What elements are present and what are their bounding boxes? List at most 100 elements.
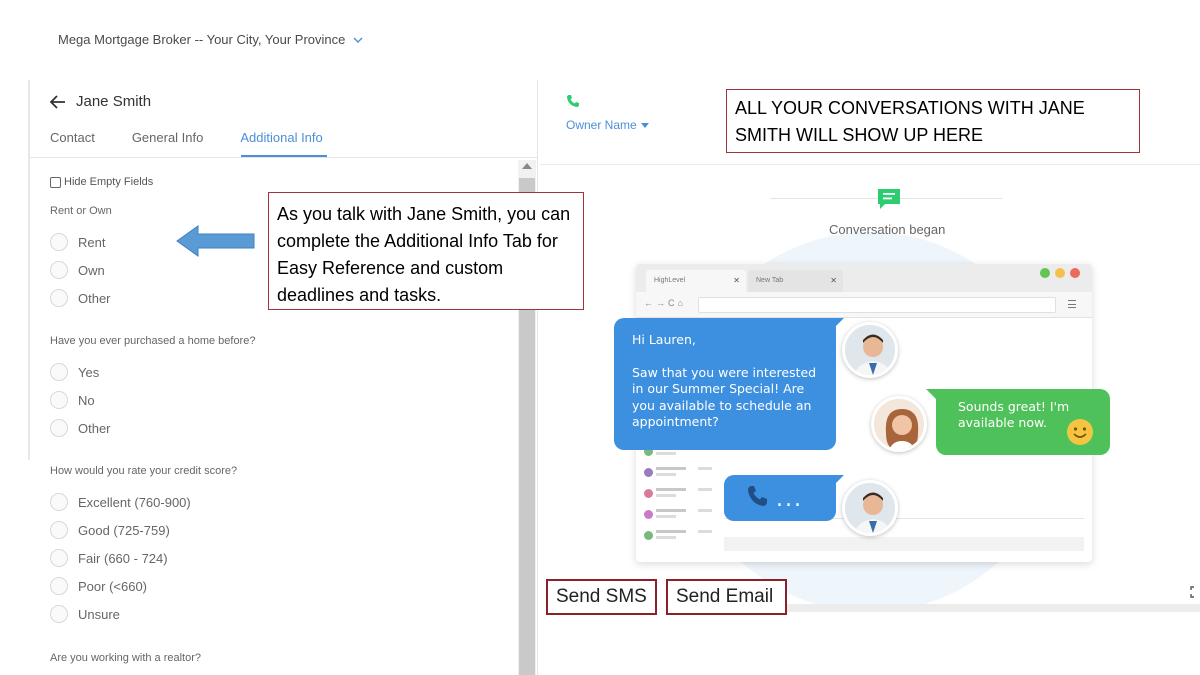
send-sms-button[interactable]: Send SMS — [546, 579, 657, 615]
option-label: Other — [78, 420, 111, 436]
divider — [540, 164, 1200, 165]
question-rent-or-own: Rent or Own — [50, 205, 112, 217]
mini-conversation-list — [640, 444, 720, 549]
radio-button[interactable] — [50, 233, 68, 251]
avatar — [644, 531, 653, 540]
call-typing-indicator: ... — [776, 487, 803, 512]
expand-icon[interactable] — [1190, 586, 1200, 598]
contact-tabs: Contact General Info Additional Info — [50, 130, 323, 145]
menu-icon — [1068, 300, 1076, 308]
radio-button[interactable] — [50, 261, 68, 279]
radio-option[interactable]: Excellent (760-900) — [50, 493, 191, 511]
browser-tab-label: HighLevel — [654, 277, 686, 284]
question-purchased-before: Have you ever purchased a home before? — [50, 335, 256, 347]
phone-icon[interactable] — [566, 94, 580, 108]
hide-empty-fields-toggle[interactable]: Hide Empty Fields — [50, 176, 153, 188]
radio-button[interactable] — [50, 493, 68, 511]
back-arrow-icon[interactable] — [50, 94, 66, 109]
list-item — [640, 486, 720, 506]
browser-tab: HighLevel ✕ — [646, 270, 746, 292]
radio-option[interactable]: Other — [50, 289, 111, 307]
radio-button[interactable] — [50, 577, 68, 595]
option-label: No — [78, 392, 95, 408]
agent-avatar — [842, 322, 898, 378]
question-credit-score: How would you rate your credit score? — [50, 465, 238, 477]
conversation-began-label: Conversation began — [829, 222, 946, 237]
message-greeting: Hi Lauren, — [632, 332, 696, 347]
avatar — [644, 468, 653, 477]
window-controls — [1040, 268, 1080, 278]
radio-button[interactable] — [50, 391, 68, 409]
list-item — [640, 507, 720, 527]
radio-button[interactable] — [50, 521, 68, 539]
option-label: Good (725-759) — [78, 522, 170, 538]
tab-additional-info[interactable]: Additional Info — [240, 130, 322, 145]
radio-option[interactable]: Fair (660 - 724) — [50, 549, 168, 567]
smiley-emoji-icon — [1067, 419, 1093, 445]
browser-nav-icons: ←→C⌂ — [644, 298, 686, 308]
radio-option[interactable]: Other — [50, 419, 111, 437]
browser-tabbar: HighLevel ✕ New Tab ✕ — [636, 264, 1092, 292]
avatar — [644, 510, 653, 519]
additional-info-annotation: As you talk with Jane Smith, you can com… — [268, 192, 584, 310]
radio-option[interactable]: Rent — [50, 233, 105, 251]
radio-button[interactable] — [50, 549, 68, 567]
option-label: Excellent (760-900) — [78, 494, 191, 510]
tab-general-info[interactable]: General Info — [132, 130, 204, 145]
chevron-down-icon — [353, 37, 363, 43]
message-body: Sounds great! I'm available now. — [958, 399, 1070, 430]
hide-empty-label: Hide Empty Fields — [64, 176, 154, 188]
browser-address-bar: ←→C⌂ — [636, 292, 1092, 318]
option-label: Own — [78, 262, 105, 278]
radio-option[interactable]: No — [50, 391, 95, 409]
contact-name: Jane Smith — [76, 93, 152, 110]
radio-button[interactable] — [50, 605, 68, 623]
option-label: Rent — [78, 234, 106, 250]
radio-option[interactable]: Unsure — [50, 605, 120, 623]
conversations-annotation: ALL YOUR CONVERSATIONS WITH JANE SMITH W… — [726, 89, 1140, 153]
left-arrow-icon — [176, 225, 255, 257]
radio-option[interactable]: Yes — [50, 363, 99, 381]
send-email-button[interactable]: Send Email — [666, 579, 787, 615]
option-label: Unsure — [78, 606, 120, 622]
company-name: Mega Mortgage Broker -- Your City, Your … — [58, 32, 346, 47]
owner-dropdown[interactable]: Owner Name — [566, 118, 649, 132]
radio-button[interactable] — [50, 289, 68, 307]
radio-button[interactable] — [50, 419, 68, 437]
list-item — [640, 528, 720, 548]
option-label: Other — [78, 290, 111, 306]
mini-composer — [724, 518, 1084, 552]
owner-label: Owner Name — [566, 118, 637, 132]
radio-option[interactable]: Own — [50, 261, 105, 279]
window-dot-icon — [1070, 268, 1080, 278]
option-label: Poor (<660) — [78, 578, 148, 594]
browser-tab-label: New Tab — [756, 277, 784, 284]
browser-tab: New Tab ✕ — [748, 270, 843, 292]
scroll-up-arrow-icon[interactable] — [522, 163, 532, 169]
address-field — [698, 297, 1056, 313]
message-body: Saw that you were interested in our Summ… — [632, 364, 817, 430]
location-switcher[interactable]: Mega Mortgage Broker -- Your City, Your … — [58, 32, 363, 47]
option-label: Yes — [78, 364, 100, 380]
radio-option[interactable]: Poor (<660) — [50, 577, 147, 595]
agent-avatar — [842, 480, 898, 536]
composer-divider — [787, 604, 1200, 612]
tab-contact[interactable]: Contact — [50, 130, 95, 145]
close-icon: ✕ — [830, 276, 837, 285]
radio-button[interactable] — [50, 363, 68, 381]
customer-avatar — [871, 396, 927, 452]
close-icon: ✕ — [733, 276, 740, 285]
window-dot-icon — [1040, 268, 1050, 278]
list-item — [640, 465, 720, 485]
window-dot-icon — [1055, 268, 1065, 278]
tab-divider — [30, 157, 538, 158]
option-label: Fair (660 - 724) — [78, 550, 168, 566]
hide-empty-checkbox[interactable] — [50, 176, 61, 188]
avatar — [644, 489, 653, 498]
radio-option[interactable]: Good (725-759) — [50, 521, 170, 539]
question-working-with-realtor: Are you working with a realtor? — [50, 652, 202, 664]
active-tab-indicator — [241, 155, 327, 157]
contact-header: Jane Smith — [50, 93, 151, 110]
phone-icon — [748, 486, 767, 506]
caret-down-icon — [640, 122, 649, 128]
